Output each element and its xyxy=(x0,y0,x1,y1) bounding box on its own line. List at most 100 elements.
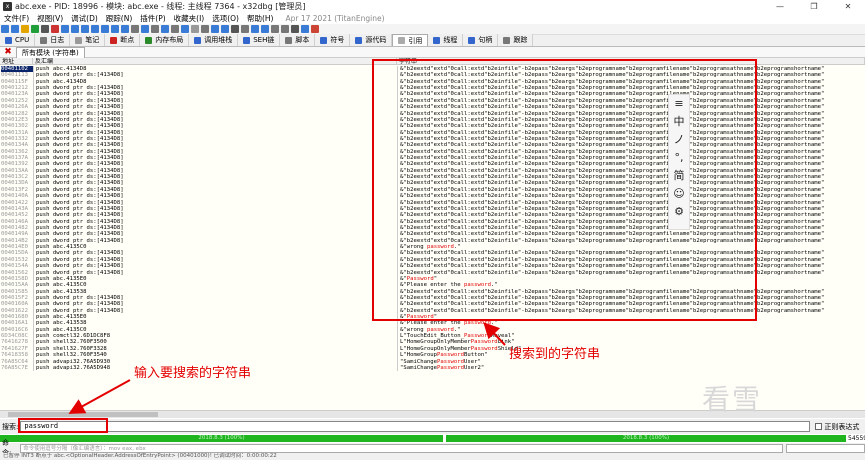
toolbar-button-icon[interactable] xyxy=(51,25,59,33)
menu-file[interactable]: 文件(F) xyxy=(4,13,29,24)
toolbar-button-icon[interactable] xyxy=(111,25,119,33)
tab-label: 跟踪 xyxy=(513,36,528,44)
tab-icon xyxy=(110,36,118,44)
row-string[interactable]: &"b2eextd"extd"0call:extd"b2einfile"-b2e… xyxy=(400,193,865,199)
tab-10[interactable]: 引用 xyxy=(392,34,429,46)
toolbar-button-icon[interactable] xyxy=(261,25,269,33)
search-input[interactable]: password xyxy=(20,421,811,432)
row-string[interactable]: &"b2eextd"extd"0call:extd"b2einfile"-b2e… xyxy=(400,308,865,314)
regex-checkbox[interactable] xyxy=(815,423,823,430)
tab-11[interactable]: 线程 xyxy=(428,34,464,46)
toolbar-button-icon[interactable] xyxy=(1,25,9,33)
ime-button-icon[interactable]: 简 xyxy=(669,167,689,185)
menu-plugins[interactable]: 插件(P) xyxy=(140,13,165,24)
command-input[interactable]: 命令使用逗号分隔（像汇编语言）：mov eax, ebx xyxy=(20,443,783,453)
toolbar-button-icon[interactable] xyxy=(291,25,299,33)
row-string[interactable]: &"b2eextd"extd"0call:extd"b2einfile"-b2e… xyxy=(400,72,865,78)
row-string[interactable]: &"b2eextd"extd"0call:extd"b2einfile"-b2e… xyxy=(400,250,865,256)
tab-4[interactable]: 内存布局 xyxy=(140,34,190,46)
tab-13[interactable]: 跟踪 xyxy=(498,34,534,46)
row-string[interactable]: &"b2eextd"extd"0call:extd"b2einfile"-b2e… xyxy=(400,200,865,206)
toolbar-button-icon[interactable] xyxy=(161,25,169,33)
tab-1[interactable]: 日志 xyxy=(35,34,71,46)
toolbar-button-icon[interactable] xyxy=(21,25,29,33)
tab-12[interactable]: 句柄 xyxy=(463,34,499,46)
toolbar-button-icon[interactable] xyxy=(71,25,79,33)
row-string[interactable]: &"b2eextd"extd"0call:extd"b2einfile"-b2e… xyxy=(400,142,865,148)
menu-help[interactable]: 帮助(H) xyxy=(247,13,274,24)
minimize-button[interactable]: — xyxy=(763,0,797,13)
menu-options[interactable]: 选项(O) xyxy=(212,13,239,24)
row-string[interactable]: &"b2eextd"extd"0call:extd"b2einfile"-b2e… xyxy=(400,301,865,307)
references-table[interactable]: 地址 反汇编 字符串 00401102 00401113 0040115F 00401… xyxy=(0,58,865,410)
row-string[interactable]: &"b2eextd"extd"0call:extd"b2einfile"-b2e… xyxy=(400,263,865,269)
toolbar-button-icon[interactable] xyxy=(181,25,189,33)
row-string[interactable]: &"b2eextd"extd"0call:extd"b2einfile"-b2e… xyxy=(400,180,865,186)
toolbar-button-icon[interactable] xyxy=(131,25,139,33)
close-button[interactable]: ✕ xyxy=(831,0,865,13)
toolbar-button-icon[interactable] xyxy=(91,25,99,33)
command-mode-select[interactable] xyxy=(785,443,865,453)
menu-view[interactable]: 视图(V) xyxy=(37,13,63,24)
toolbar-button-icon[interactable] xyxy=(311,25,319,33)
toolbar-button-icon[interactable] xyxy=(141,25,149,33)
ime-toolbar[interactable]: ≡ 中ノ °, 简 ☺ ⚙ xyxy=(668,94,690,230)
row-string[interactable]: &"b2eextd"extd"0call:extd"b2einfile"-b2e… xyxy=(400,231,865,237)
toolbar-button-icon[interactable] xyxy=(171,25,179,33)
toolbar-button-icon[interactable] xyxy=(301,25,309,33)
toolbar-button-icon[interactable] xyxy=(151,25,159,33)
row-address[interactable]: 76A85C7E xyxy=(1,365,33,371)
toolbar-button-icon[interactable] xyxy=(31,25,39,33)
toolbar-button-icon[interactable] xyxy=(11,25,19,33)
close-tab-icon[interactable]: ✖ xyxy=(3,47,13,57)
tab-6[interactable]: SEH链 xyxy=(238,34,281,46)
row-string[interactable]: &"b2eextd"extd"0call:extd"b2einfile"-b2e… xyxy=(400,91,865,97)
ime-button-icon[interactable]: ☺ xyxy=(669,185,689,203)
toolbar-button-icon[interactable] xyxy=(81,25,89,33)
row-string[interactable]: &"b2eextd"extd"0call:extd"b2einfile"-b2e… xyxy=(400,123,865,129)
tab-7[interactable]: 脚本 xyxy=(280,34,316,46)
toolbar-button-icon[interactable] xyxy=(101,25,109,33)
toolbar-button-icon[interactable] xyxy=(121,25,129,33)
toolbar-button-icon[interactable] xyxy=(281,25,289,33)
tab-2[interactable]: 笔记 xyxy=(70,34,106,46)
toolbar-button-icon[interactable] xyxy=(211,25,219,33)
row-string[interactable]: &"b2eextd"extd"0call:extd"b2einfile"-b2e… xyxy=(400,111,865,117)
scrollbar-thumb[interactable] xyxy=(8,412,158,417)
ime-button-icon[interactable]: 中 xyxy=(669,113,689,131)
toolbar-button-icon[interactable] xyxy=(201,25,209,33)
tab-8[interactable]: 符号 xyxy=(315,34,351,46)
menu-trace[interactable]: 跟踪(N) xyxy=(106,13,132,24)
ime-button-icon[interactable]: ノ xyxy=(669,131,689,149)
toolbar-button-icon[interactable] xyxy=(61,25,69,33)
column-header-disassembly[interactable]: 反汇编 xyxy=(33,58,397,65)
ime-button-icon[interactable]: ≡ xyxy=(669,95,689,113)
ime-button-icon[interactable]: ⚙ xyxy=(669,203,689,221)
tab-3[interactable]: 断点 xyxy=(105,34,141,46)
toolbar-button-icon[interactable] xyxy=(231,25,239,33)
toolbar-button-icon[interactable] xyxy=(241,25,249,33)
menu-favourites[interactable]: 收藏夹(I) xyxy=(174,13,205,24)
row-string[interactable]: &"b2eextd"extd"0call:extd"b2einfile"-b2e… xyxy=(400,130,865,136)
row-string[interactable]: &"b2eextd"extd"0call:extd"b2einfile"-b2e… xyxy=(400,289,865,295)
row-string[interactable]: &"b2eextd"extd"0call:extd"b2einfile"-b2e… xyxy=(400,104,865,110)
maximize-button[interactable]: ❐ xyxy=(797,0,831,13)
row-string[interactable]: "SamiChangePasswordUser2" xyxy=(400,365,865,371)
row-string[interactable]: &"b2eextd"extd"0call:extd"b2einfile"-b2e… xyxy=(400,238,865,244)
toolbar-button-icon[interactable] xyxy=(271,25,279,33)
toolbar-button-icon[interactable] xyxy=(251,25,259,33)
toolbar-button-icon[interactable] xyxy=(191,25,199,33)
tab-5[interactable]: 调用堆栈 xyxy=(189,34,239,46)
tab-0[interactable]: CPU xyxy=(0,34,36,46)
menu-debug[interactable]: 调试(D) xyxy=(71,13,98,24)
subtab-all-modules-strings[interactable]: 所有模块 (字符串) xyxy=(16,46,85,58)
row-string[interactable]: &"b2eextd"extd"0call:extd"b2einfile"-b2e… xyxy=(400,161,865,167)
column-header-address[interactable]: 地址 xyxy=(0,58,33,65)
toolbar-button-icon[interactable] xyxy=(41,25,49,33)
column-header-string[interactable]: 字符串 xyxy=(397,58,865,65)
row-string[interactable]: &"b2eextd"extd"0call:extd"b2einfile"-b2e… xyxy=(400,270,865,276)
ime-button-icon[interactable]: °, xyxy=(669,149,689,167)
row-string[interactable]: &"b2eextd"extd"0call:extd"b2einfile"-b2e… xyxy=(400,212,865,218)
tab-9[interactable]: 源代码 xyxy=(350,34,393,46)
toolbar-button-icon[interactable] xyxy=(221,25,229,33)
